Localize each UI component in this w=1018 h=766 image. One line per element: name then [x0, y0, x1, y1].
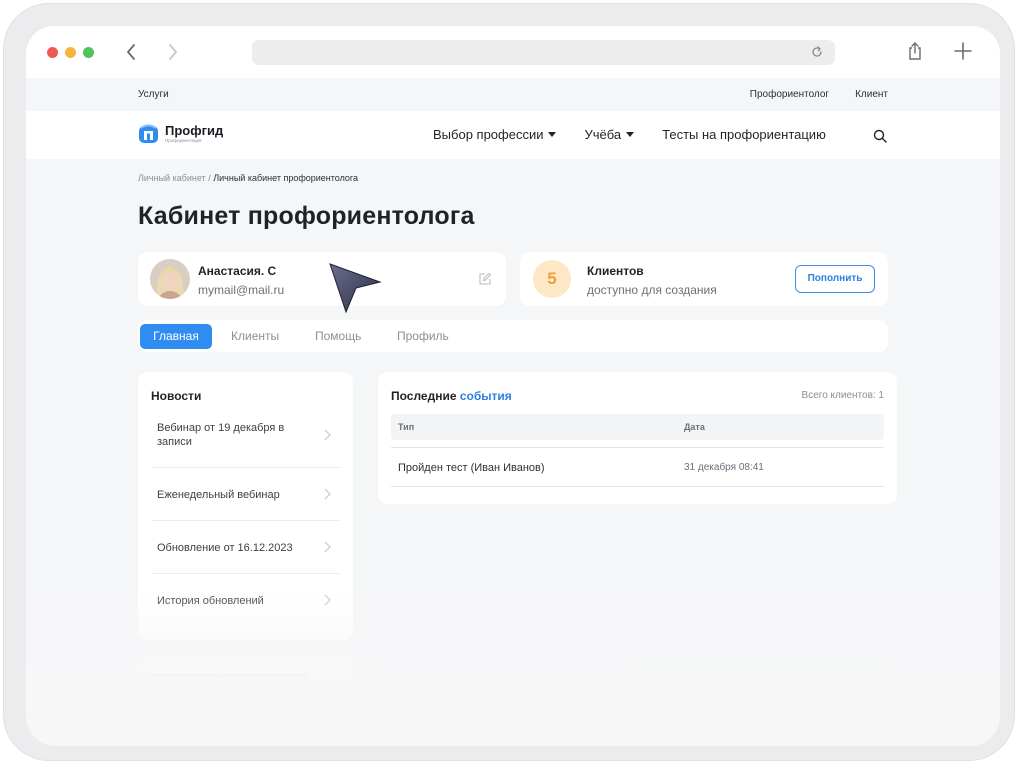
table-header: Тип Дата	[391, 414, 884, 440]
news-item-label: История обновлений	[157, 595, 264, 607]
services-link[interactable]: Услуги	[138, 89, 169, 100]
menu-item-profession-choice[interactable]: Выбор профессии	[433, 127, 557, 142]
event-type-cell: Пройден тест (Иван Иванов)	[398, 462, 545, 474]
breadcrumb: Личный кабинет / Личный кабинет профорие…	[138, 173, 358, 183]
tab-help[interactable]: Помощь	[315, 324, 361, 349]
news-panel: Новости Вебинар от 19 декабря в записи Е…	[138, 372, 353, 640]
maximize-window-button[interactable]	[83, 47, 94, 58]
news-list: Вебинар от 19 декабря в записи Еженедель…	[151, 408, 340, 628]
chevron-right-icon	[324, 429, 331, 441]
browser-toolbar	[26, 26, 1000, 78]
close-window-button[interactable]	[47, 47, 58, 58]
reload-icon[interactable]	[809, 44, 825, 60]
page-title: Кабинет профориентолога	[138, 202, 475, 230]
events-table: Тип Дата Пройден тест (Иван Иванов) 31 д…	[391, 414, 884, 487]
event-date-cell: 31 декабря 08:41	[684, 462, 764, 473]
dashboard-tabs: Главная Клиенты Помощь Профиль	[138, 320, 888, 352]
news-item[interactable]: История обновлений	[151, 574, 340, 628]
events-title-prefix: Последние	[391, 389, 460, 403]
menu-item-label: Выбор профессии	[433, 127, 544, 142]
chevron-right-icon	[324, 488, 331, 500]
profile-name: Анастасия. С	[198, 264, 277, 278]
logo-icon	[139, 124, 158, 143]
table-row[interactable]: Пройден тест (Иван Иванов) 31 декабря 08…	[391, 448, 884, 487]
news-title: Новости	[151, 389, 202, 403]
news-item-label: Обновление от 16.12.2023	[157, 542, 293, 554]
career-counselor-link[interactable]: Профориентолог	[750, 89, 829, 100]
role-links: Профориентолог Клиент	[750, 89, 888, 100]
news-item[interactable]: Вебинар от 19 декабря в записи	[151, 408, 340, 468]
events-title: Последние события	[391, 389, 512, 403]
menu-item-study[interactable]: Учёба	[584, 127, 635, 142]
profile-card: Анастасия. С mymail@mail.ru	[138, 252, 506, 306]
menu-item-label: Учёба	[584, 127, 622, 142]
site-header: Профгид Профориентация Выбор профессии У…	[26, 111, 1000, 159]
events-panel: Последние события Всего клиентов: 1 Тип …	[378, 372, 897, 504]
device-frame: Услуги Профориентолог Клиент Профгид Про…	[3, 3, 1015, 761]
clients-subtitle: доступно для создания	[587, 283, 717, 297]
faded-panel: ▬▬▬▬▬▬ ▬▬▬▬▬▬▬▬	[138, 654, 353, 714]
logo-name: Профгид	[165, 122, 224, 138]
search-icon[interactable]	[873, 129, 887, 143]
tab-profile[interactable]: Профиль	[397, 324, 449, 349]
chevron-right-icon	[324, 594, 331, 606]
site-logo[interactable]: Профгид Профориентация	[138, 123, 223, 144]
plus-icon[interactable]	[952, 40, 974, 62]
breadcrumb-current: Личный кабинет профориентолога	[213, 173, 359, 183]
faded-panel-placeholder: ▬▬▬▬▬▬ ▬▬▬▬▬▬▬▬	[151, 668, 309, 680]
clients-title: Клиентов	[587, 264, 644, 278]
chevron-right-icon[interactable]	[162, 41, 182, 63]
total-clients-label: Всего клиентов: 1	[801, 390, 884, 401]
column-header-date: Дата	[684, 422, 705, 432]
tab-main[interactable]: Главная	[140, 324, 212, 349]
minimize-window-button[interactable]	[65, 47, 76, 58]
pointer-cursor-icon	[329, 263, 382, 314]
tab-clients[interactable]: Клиенты	[231, 324, 279, 349]
news-item[interactable]: Еженедельный вебинар	[151, 468, 340, 521]
menu-item-tests[interactable]: Тесты на профориентацию	[662, 127, 826, 142]
profile-email: mymail@mail.ru	[198, 283, 285, 297]
caret-down-icon	[548, 132, 557, 137]
top-utility-bar: Услуги Профориентолог Клиент	[26, 78, 1000, 111]
avatar	[150, 259, 190, 299]
news-item-label: Вебинар от 19 декабря в записи	[157, 422, 285, 448]
chevron-right-icon	[324, 541, 331, 553]
avatar-photo	[150, 259, 190, 299]
clients-card: 5 Клиентов доступно для создания Пополни…	[520, 252, 888, 306]
chevron-left-icon[interactable]	[122, 41, 142, 63]
news-item-label: Еженедельный вебинар	[157, 489, 280, 501]
logo-tagline: Профориентация	[165, 137, 202, 143]
browser-window: Услуги Профориентолог Клиент Профгид Про…	[26, 26, 1000, 746]
caret-down-icon	[626, 132, 635, 137]
top-up-button[interactable]: Пополнить	[795, 265, 875, 293]
events-title-accent[interactable]: события	[460, 389, 512, 403]
menu-item-label: Тесты на профориентацию	[662, 127, 826, 142]
clients-count-badge: 5	[533, 260, 571, 298]
news-item[interactable]: Обновление от 16.12.2023	[151, 521, 340, 574]
edit-icon[interactable]	[478, 272, 492, 286]
breadcrumb-parent[interactable]: Личный кабинет	[138, 173, 206, 183]
share-icon[interactable]	[906, 41, 924, 61]
client-link[interactable]: Клиент	[855, 89, 888, 100]
column-header-type: Тип	[398, 422, 415, 432]
address-bar[interactable]	[252, 40, 835, 65]
main-menu: Выбор профессии Учёба Тесты на профориен…	[433, 127, 826, 142]
